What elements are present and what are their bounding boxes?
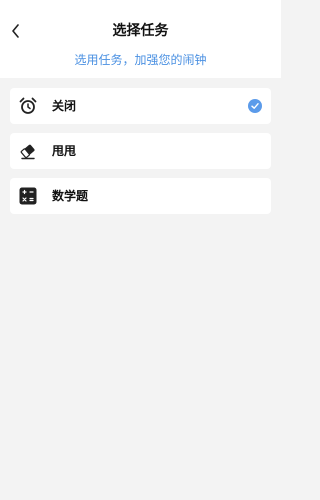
task-list: 关闭 甩甩 数学题 [10,88,271,223]
task-item-shake[interactable]: 甩甩 [10,133,271,169]
task-item-math[interactable]: 数学题 [10,178,271,214]
header: 选择任务 选用任务，加强您的闹钟 [0,0,281,78]
task-label: 关闭 [52,99,77,113]
task-label: 数学题 [52,189,89,203]
page-subtitle: 选用任务，加强您的闹钟 [74,53,207,67]
alarm-clock-icon [19,97,37,115]
eraser-icon [19,142,37,160]
task-item-close[interactable]: 关闭 [10,88,271,124]
page-title: 选择任务 [112,23,169,39]
task-label: 甩甩 [52,144,77,158]
calculator-icon [19,187,37,205]
check-icon [248,99,262,113]
